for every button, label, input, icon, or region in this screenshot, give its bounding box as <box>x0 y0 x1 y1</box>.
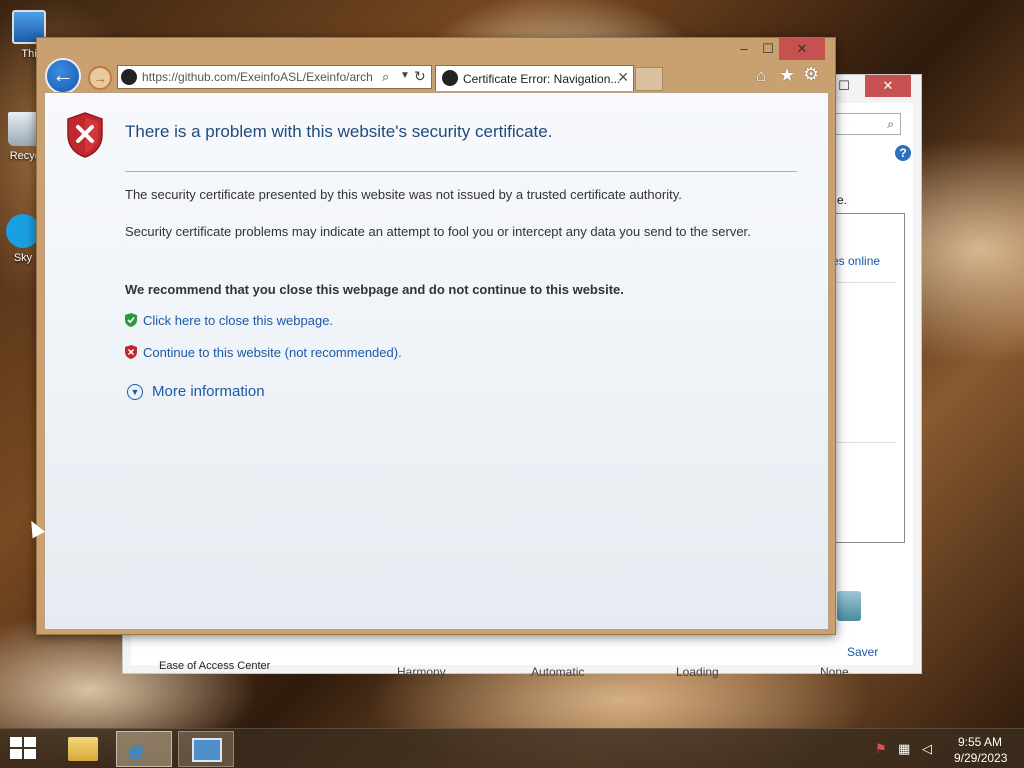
more-information-toggle[interactable]: ▼ More information <box>127 383 265 400</box>
back-button[interactable]: ← <box>45 58 81 94</box>
taskbar-control-panel[interactable] <box>178 731 234 767</box>
close-webpage-link[interactable]: Click here to close this webpage. <box>125 313 333 328</box>
error-warning: Security certificate problems may indica… <box>125 224 751 239</box>
page-title: There is a problem with this website's s… <box>125 122 553 141</box>
internet-explorer-icon: e <box>129 735 144 765</box>
network-icon[interactable]: ▦ <box>898 741 910 757</box>
close-button[interactable]: ✕ <box>865 75 911 97</box>
new-tab-button[interactable] <box>635 67 663 91</box>
action-center-flag-icon[interactable]: ⚑ <box>875 741 887 757</box>
red-shield-icon <box>125 345 137 359</box>
search-icon[interactable]: ⌕ <box>382 69 389 85</box>
close-button[interactable]: ✕ <box>779 38 825 60</box>
clock-date[interactable]: 9/29/2023 <box>954 751 1007 765</box>
skype-icon <box>6 214 40 248</box>
ease-of-access-link[interactable]: Ease of Access Center <box>159 660 270 672</box>
volume-muted-icon[interactable]: ◁ <box>922 741 932 757</box>
online-link[interactable]: es online <box>832 254 880 268</box>
home-icon[interactable]: ⌂ <box>756 66 766 86</box>
window-controls: – ☐ ✕ <box>729 38 829 60</box>
address-input[interactable]: https://github.com/ExeinfoASL/Exeinfo/ar… <box>142 70 380 84</box>
address-bar[interactable]: https://github.com/ExeinfoASL/Exeinfo/ar… <box>117 65 432 89</box>
help-icon[interactable]: ? <box>895 145 911 161</box>
desktop-icon-label: Thi <box>21 48 37 60</box>
divider <box>125 171 797 172</box>
control-panel-icon <box>192 738 222 762</box>
tab-certificate-error[interactable]: Certificate Error: Navigation... ✕ <box>435 65 634 91</box>
chevron-down-icon[interactable]: ▼ <box>400 70 410 81</box>
windows-start-icon[interactable] <box>10 737 38 761</box>
control-panel-sidepanel: es online <box>831 213 905 543</box>
theme-label[interactable]: Loading <box>676 665 719 679</box>
refresh-icon[interactable]: ↻ <box>414 68 426 85</box>
recommendation-text: We recommend that you close this webpage… <box>125 282 624 297</box>
continue-website-link[interactable]: Continue to this website (not recommende… <box>125 345 402 360</box>
chevron-down-circle-icon: ▼ <box>127 384 143 400</box>
taskbar: e ⚑ ▦ ◁ 9:55 AM 9/29/2023 <box>0 728 1024 768</box>
error-description: The security certificate presented by th… <box>125 187 682 202</box>
screen-saver-icon[interactable] <box>837 591 861 621</box>
divider <box>832 282 896 283</box>
partial-text: e. <box>837 193 848 207</box>
close-webpage-label: Click here to close this webpage. <box>143 313 334 328</box>
gear-icon[interactable]: ⚙ <box>803 64 819 85</box>
taskbar-file-explorer[interactable] <box>56 731 112 767</box>
github-icon <box>121 69 137 85</box>
green-shield-icon <box>125 313 137 327</box>
internet-explorer-window: – ☐ ✕ ← → https://github.com/ExeinfoASL/… <box>36 37 836 635</box>
screen-saver-link[interactable]: Saver <box>847 645 878 659</box>
desktop-icon-label: Sky <box>13 252 33 264</box>
folder-icon <box>68 737 98 761</box>
continue-website-label: Continue to this website (not recommende… <box>143 345 402 360</box>
tab-label: Certificate Error: Navigation... <box>463 72 621 86</box>
page-content: There is a problem with this website's s… <box>44 92 829 630</box>
star-icon[interactable]: ★ <box>779 65 795 86</box>
theme-label[interactable]: None <box>820 665 849 679</box>
security-error-shield-icon <box>67 112 103 158</box>
divider <box>832 442 896 443</box>
forward-button[interactable]: → <box>88 66 112 90</box>
more-information-label: More information <box>152 383 265 400</box>
github-icon <box>442 70 458 86</box>
taskbar-internet-explorer[interactable]: e <box>116 731 172 767</box>
clock-time[interactable]: 9:55 AM <box>958 735 1002 749</box>
theme-label[interactable]: Harmony <box>397 665 446 679</box>
theme-label[interactable]: Automatic <box>531 665 584 679</box>
close-tab-icon[interactable]: ✕ <box>617 69 629 86</box>
